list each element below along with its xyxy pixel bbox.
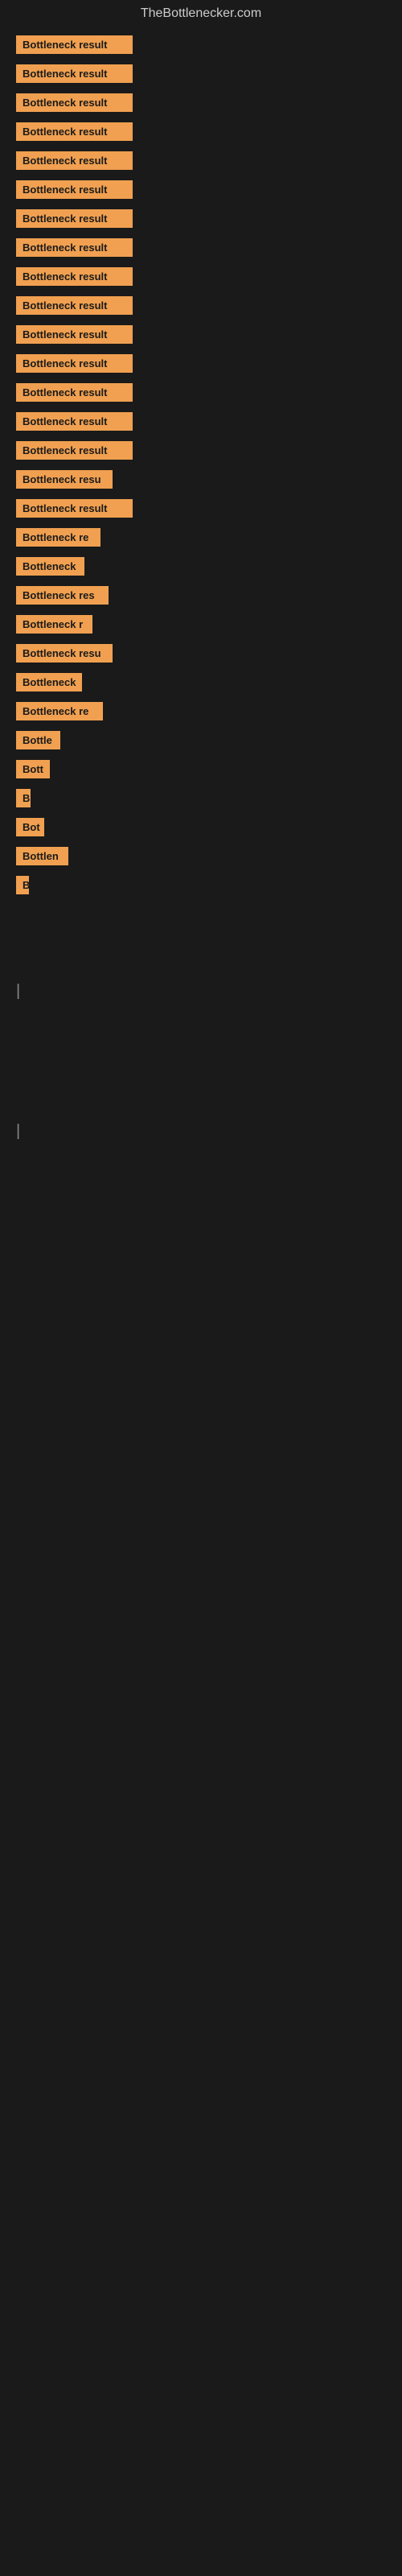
bottleneck-result-label: Bottleneck result bbox=[16, 441, 133, 460]
list-item: Bottlen bbox=[16, 847, 386, 869]
bottleneck-result-label: Bottleneck r bbox=[16, 615, 92, 634]
bottleneck-result-label: B bbox=[16, 789, 31, 807]
bottleneck-result-label: B bbox=[16, 876, 29, 894]
separator-mark: | bbox=[16, 1122, 20, 1140]
list-item: B bbox=[16, 789, 386, 811]
bottleneck-result-label: Bottleneck result bbox=[16, 296, 133, 315]
list-item: Bottleneck resu bbox=[16, 470, 386, 493]
list-item: | bbox=[16, 1122, 386, 1146]
list-item: Bottleneck result bbox=[16, 151, 386, 174]
list-item: Bottleneck bbox=[16, 557, 386, 580]
bottleneck-result-label: Bottleneck re bbox=[16, 702, 103, 720]
list-item bbox=[16, 1045, 386, 1077]
bottleneck-result-label: Bottleneck re bbox=[16, 528, 100, 547]
list-item: Bottleneck resu bbox=[16, 644, 386, 667]
list-item: Bottleneck result bbox=[16, 412, 386, 435]
list-item: Bottleneck result bbox=[16, 267, 386, 290]
bottleneck-result-label: Bottleneck result bbox=[16, 499, 133, 518]
bottleneck-result-label: Bottleneck res bbox=[16, 586, 109, 605]
list-item: Bottleneck result bbox=[16, 180, 386, 203]
list-item bbox=[16, 943, 386, 976]
bottleneck-list: Bottleneck result Bottleneck result Bottle… bbox=[0, 27, 402, 1154]
list-item: Bottle bbox=[16, 731, 386, 753]
bottleneck-result-label: Bottle bbox=[16, 731, 60, 749]
list-item: Bottleneck result bbox=[16, 93, 386, 116]
list-item: Bottleneck result bbox=[16, 325, 386, 348]
list-item: Bottleneck result bbox=[16, 354, 386, 377]
bottleneck-result-label: Bottleneck result bbox=[16, 325, 133, 344]
bottleneck-result-label: Bottleneck result bbox=[16, 64, 133, 83]
list-item: | bbox=[16, 982, 386, 1006]
bottleneck-result-label: Bottleneck result bbox=[16, 180, 133, 199]
separator-mark: | bbox=[16, 982, 20, 1000]
list-item: Bottleneck result bbox=[16, 383, 386, 406]
bottleneck-result-label: Bottleneck result bbox=[16, 93, 133, 112]
bottleneck-result-label: Bottleneck result bbox=[16, 238, 133, 257]
bottleneck-result-label: Bottleneck result bbox=[16, 151, 133, 170]
bottleneck-result-label: Bottlen bbox=[16, 847, 68, 865]
list-item: Bottleneck result bbox=[16, 35, 386, 58]
bottleneck-result-label: Bottleneck bbox=[16, 557, 84, 576]
list-item: Bottleneck r bbox=[16, 615, 386, 638]
bottleneck-result-label: Bottleneck result bbox=[16, 35, 133, 54]
list-item: Bottleneck res bbox=[16, 586, 386, 609]
bottleneck-result-label: Bott bbox=[16, 760, 50, 778]
bottleneck-result-label: Bottleneck result bbox=[16, 354, 133, 373]
list-item: Bottleneck result bbox=[16, 122, 386, 145]
bottleneck-result-label: Bottleneck resu bbox=[16, 644, 113, 663]
list-item: Bottleneck result bbox=[16, 238, 386, 261]
list-item: Bottleneck result bbox=[16, 441, 386, 464]
bottleneck-result-label: Bot bbox=[16, 818, 44, 836]
list-item: Bottleneck result bbox=[16, 499, 386, 522]
list-item: Bottleneck result bbox=[16, 296, 386, 319]
list-item bbox=[16, 1006, 386, 1038]
list-item: Bottleneck re bbox=[16, 528, 386, 551]
bottleneck-result-label: Bottleneck result bbox=[16, 267, 133, 286]
list-item: Bottleneck bbox=[16, 673, 386, 696]
list-item: Bott bbox=[16, 760, 386, 782]
bottleneck-result-label: Bottleneck resu bbox=[16, 470, 113, 489]
bottleneck-result-label: Bottleneck result bbox=[16, 122, 133, 141]
list-item: Bottleneck result bbox=[16, 209, 386, 232]
list-item bbox=[16, 1084, 386, 1116]
bottleneck-result-label: Bottleneck result bbox=[16, 209, 133, 228]
list-item: B bbox=[16, 876, 386, 898]
list-item: Bottleneck result bbox=[16, 64, 386, 87]
list-item: Bottleneck re bbox=[16, 702, 386, 724]
bottleneck-result-label: Bottleneck result bbox=[16, 412, 133, 431]
bottleneck-result-label: Bottleneck result bbox=[16, 383, 133, 402]
bottleneck-result-label: Bottleneck bbox=[16, 673, 82, 691]
list-item: Bot bbox=[16, 818, 386, 840]
list-item bbox=[16, 905, 386, 937]
site-title: TheBottlenecker.com bbox=[0, 0, 402, 27]
